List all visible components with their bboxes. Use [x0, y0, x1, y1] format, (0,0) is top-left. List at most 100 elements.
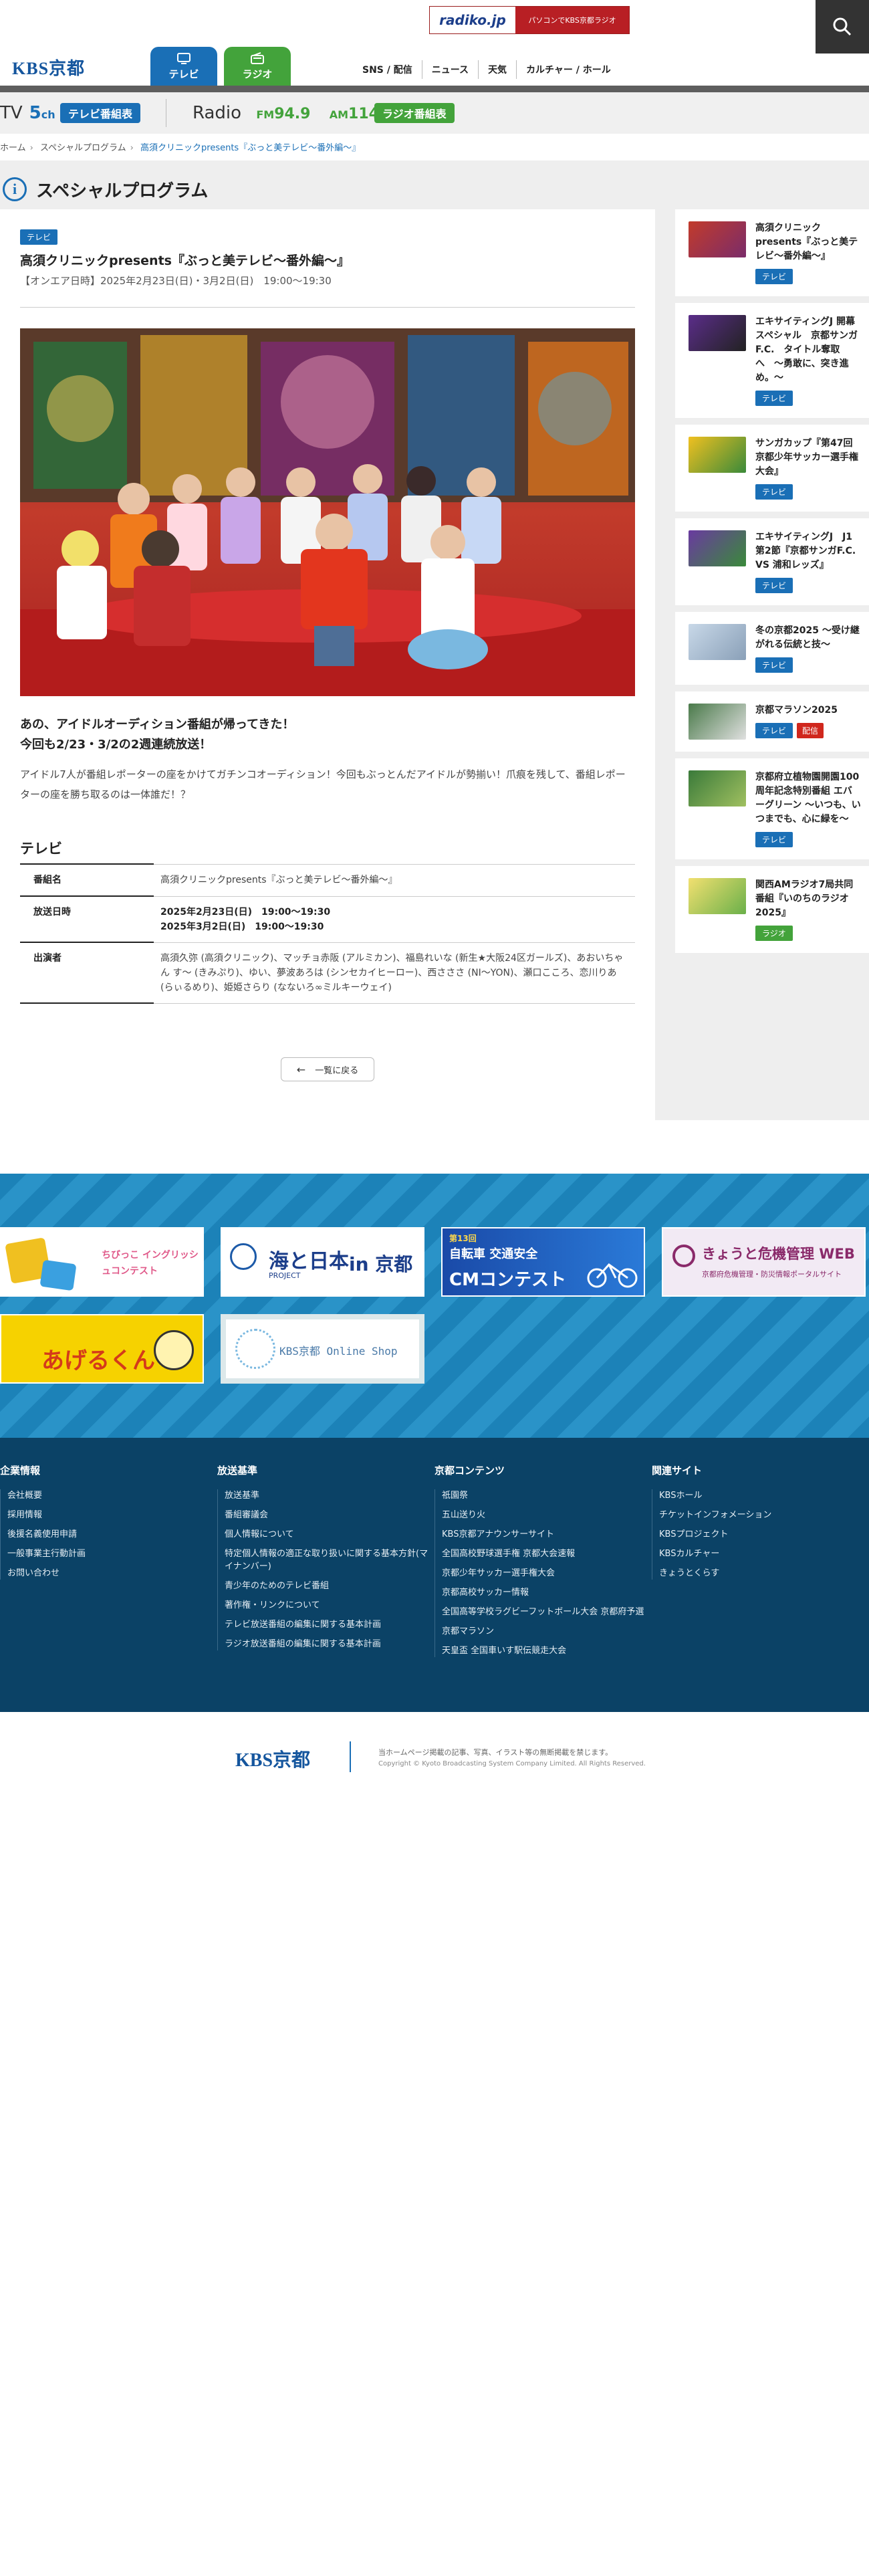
banner-agerun[interactable]: あげるくん — [0, 1314, 204, 1384]
sidebar-item[interactable]: 高須クリニックpresents『ぶっと美テレビ〜番外編〜』 テレビ — [675, 209, 869, 296]
sidebar-item-title: 高須クリニックpresents『ぶっと美テレビ〜番外編〜』 — [755, 223, 858, 261]
sidebar-thumbnail — [689, 704, 746, 740]
chevron-right-icon: › — [130, 143, 134, 153]
sidebar-item[interactable]: 京都府立植物園開園100周年記念特別番組 エバーグリーン 〜いつも、いつまでも、… — [675, 758, 869, 859]
link-news[interactable]: ニュース — [422, 60, 479, 79]
footer-col-standards: 放送基準 放送基準 番組審議会 個人情報について 特定個人情報の適正な取り扱いに… — [217, 1463, 431, 1657]
footer-col-heading: 企業情報 — [0, 1465, 41, 1477]
banner-umi-text-a: 海と日本 — [269, 1250, 349, 1273]
sidebar-thumbnail — [689, 624, 746, 660]
banner-online-shop[interactable]: KBS京都 Online Shop — [221, 1314, 424, 1384]
sidebar-item-title: サンガカップ『第47回京都少年サッカー選手権大会』 — [755, 438, 858, 477]
radiko-banner[interactable]: radiko.jp パソコンでKBS京都ラジオ — [429, 6, 630, 34]
footer-link[interactable]: 番組審議会 — [225, 1509, 431, 1521]
am-label: AM — [329, 108, 349, 121]
banner-umi-to-nippon[interactable]: 海と日本 PROJECT in 京都 — [221, 1227, 424, 1297]
footer-link[interactable]: テレビ放送番組の編集に関する基本計画 — [225, 1618, 431, 1631]
article-body: アイドル7人が番組レポーターの座をかけてガチンコオーディション！今回もぶっとんだ… — [20, 768, 626, 800]
radiko-logo: radiko.jp — [430, 7, 515, 33]
link-weather[interactable]: 天気 — [479, 60, 517, 79]
arrow-left-icon: ← — [296, 1063, 306, 1076]
sidebar-item[interactable]: エキサイティングJ J1 第2節『京都サンガF.C. VS 浦和レッズ』 テレビ — [675, 518, 869, 605]
tv-guide-button[interactable]: テレビ番組表 — [60, 103, 141, 123]
nav-bar-divider — [0, 86, 869, 92]
footer-link[interactable]: 京都マラソン — [442, 1625, 648, 1638]
footer-link[interactable]: 天皇盃 全国車いす駅伝競走大会 — [442, 1644, 648, 1657]
table-row: 出演者 高須久弥 (高須クリニック)、マッチョ赤阪 (アルミカン)、福島れいな … — [20, 942, 635, 1004]
footer-link[interactable]: KBSプロジェクト — [659, 1528, 866, 1541]
footer-link[interactable]: 個人情報について — [225, 1528, 431, 1541]
breadcrumb-current: 高須クリニックpresents『ぶっと美テレビ〜番外編〜』 — [140, 143, 361, 153]
broadcast-date-2: 2025年3月2日(日) 19:00〜19:30 — [160, 921, 324, 932]
footer-link[interactable]: 青少年のためのテレビ番組 — [225, 1580, 431, 1592]
footer-link[interactable]: 五山送り火 — [442, 1509, 648, 1521]
search-button[interactable] — [816, 0, 869, 53]
footer-link[interactable]: 特定個人情報の適正な取り扱いに関する基本方針(マイナンバー) — [225, 1547, 431, 1573]
program-name-label: 番組名 — [20, 863, 154, 896]
nav-radio-tab[interactable]: ラジオ — [224, 47, 291, 86]
footer-link[interactable]: KBSカルチャー — [659, 1547, 866, 1560]
sidebar-item[interactable]: 関西AMラジオ7局共同番組『いのちのラジオ2025』 ラジオ — [675, 866, 869, 953]
banner-english-text: ちびっこ イングリッシュコンテスト — [102, 1250, 199, 1277]
breadcrumb-section[interactable]: スペシャルプログラム — [40, 143, 126, 153]
footer-link[interactable]: 会社概要 — [7, 1489, 214, 1502]
sidebar-item[interactable]: エキサイティングJ 開幕スペシャル 京都サンガF.C. タイトル奪取へ 〜勇敢に… — [675, 303, 869, 418]
broadcast-date-label: 放送日時 — [20, 895, 154, 942]
sidebar-thumbnail — [689, 530, 746, 566]
footer-link[interactable]: 京都少年サッカー選手権大会 — [442, 1567, 648, 1580]
sidebar-thumbnail — [689, 770, 746, 807]
article-panel: テレビ 高須クリニックpresents『ぶっと美テレビ〜番外編〜』 【オンエア日… — [0, 209, 655, 1120]
channel-bar: TV 5ch テレビ番組表 Radio FM94.9 AM1143 ラジオ番組表 — [0, 92, 869, 134]
footer-link[interactable]: 放送基準 — [225, 1489, 431, 1502]
banner-english-contest[interactable]: ちびっこ イングリッシュコンテスト — [0, 1227, 204, 1297]
footer-link[interactable]: KBS京都アナウンサーサイト — [442, 1528, 648, 1541]
footer-link[interactable]: きょうとくらす — [659, 1567, 866, 1580]
sidebar-item[interactable]: 冬の京都2025 〜受け継がれる伝統と技〜 テレビ — [675, 612, 869, 685]
footer-link[interactable]: ラジオ放送番組の編集に関する基本計画 — [225, 1638, 431, 1650]
search-icon — [833, 17, 852, 36]
banner-kiki-text-b: 京都府危機管理・防災情報ポータルサイト — [702, 1270, 842, 1279]
tv-number: 5 — [29, 103, 41, 123]
sidebar-item[interactable]: サンガカップ『第47回京都少年サッカー選手権大会』 テレビ — [675, 425, 869, 512]
back-to-list-label: 一覧に戻る — [315, 1065, 359, 1076]
breadcrumb-home[interactable]: ホーム — [0, 143, 26, 153]
footer-col-heading: 放送基準 — [217, 1465, 258, 1477]
radio-icon — [251, 52, 264, 64]
radio-guide-button[interactable]: ラジオ番組表 — [374, 103, 455, 123]
program-info-table: 番組名 高須クリニックpresents『ぶっと美テレビ〜番外編〜』 放送日時 2… — [20, 863, 635, 1004]
link-culture[interactable]: カルチャー / ホール — [517, 60, 620, 79]
footer-col-related: 関連サイト KBSホール チケットインフォメーション KBSプロジェクト KBS… — [652, 1463, 866, 1586]
sidebar-item-live-tag: 配信 — [797, 723, 824, 738]
nav-tv-label: テレビ — [168, 68, 199, 80]
banner-bicycle-cm[interactable]: 第13回 自転車 交通安全 CMコンテスト — [441, 1227, 645, 1297]
footer-link[interactable]: チケットインフォメーション — [659, 1509, 866, 1521]
link-sns[interactable]: SNS / 配信 — [353, 60, 422, 79]
banner-kyoto-kikikanri[interactable]: きょうと危機管理 WEB 京都府危機管理・防災情報ポータルサイト — [662, 1227, 866, 1297]
table-row: 番組名 高須クリニックpresents『ぶっと美テレビ〜番外編〜』 — [20, 863, 635, 896]
footer-link[interactable]: 一般事業主行動計画 — [7, 1547, 214, 1560]
footer-link[interactable]: 全国高等学校ラグビーフットボール大会 京都府予選 — [442, 1606, 648, 1618]
footer-link[interactable]: 採用情報 — [7, 1509, 214, 1521]
nav-tv-tab[interactable]: テレビ — [150, 47, 217, 86]
banner-bicycle-text-c: CMコンテスト — [449, 1270, 566, 1290]
bicycle-icon — [587, 1263, 638, 1288]
footer-link[interactable]: 著作権・リンクについて — [225, 1599, 431, 1612]
footer-link[interactable]: KBSホール — [659, 1489, 866, 1502]
footer-link[interactable]: 後援名義使用申請 — [7, 1528, 214, 1541]
article-hero-image — [20, 328, 635, 696]
footer-link[interactable]: 全国高校野球選手権 京都大会速報 — [442, 1547, 648, 1560]
back-to-list-button[interactable]: ← 一覧に戻る — [281, 1057, 374, 1081]
article-onair: 【オンエア日時】2025年2月23日(日)・3月2日(日) 19:00〜19:3… — [20, 275, 332, 287]
footer-link[interactable]: 祇園祭 — [442, 1489, 648, 1502]
footer-col-heading: 関連サイト — [652, 1465, 703, 1477]
site-logo[interactable]: KBS京都 — [12, 55, 85, 80]
banner-agerun-text: あげるくん — [41, 1348, 155, 1374]
tv-icon — [177, 53, 191, 64]
sidebar-item-tag: テレビ — [755, 832, 793, 847]
footer-link[interactable]: お問い合わせ — [7, 1567, 214, 1580]
banner-shop-text: KBS京都 Online Shop — [279, 1345, 398, 1358]
sidebar-item[interactable]: 京都マラソン2025 テレビ 配信 — [675, 691, 869, 752]
footer-link[interactable]: 京都高校サッカー情報 — [442, 1586, 648, 1599]
info-icon: i — [3, 177, 27, 201]
footer-logo[interactable]: KBS京都 — [235, 1745, 310, 1772]
